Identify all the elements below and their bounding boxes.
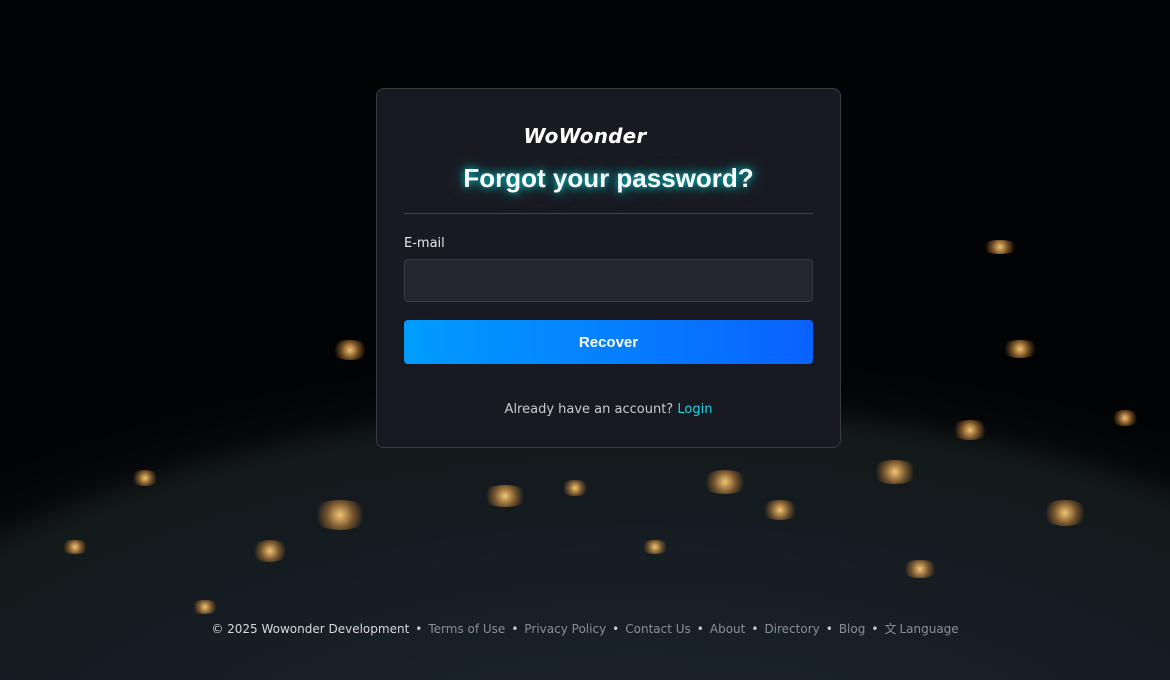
login-prompt-row: Already have an account? Login <box>376 402 841 417</box>
language-label: Language <box>899 622 959 636</box>
wowonder-logo[interactable]: WoWonder <box>0 124 1170 148</box>
footer-link-terms[interactable]: Terms of Use <box>428 622 505 636</box>
language-selector[interactable]: 文 Language <box>884 622 958 636</box>
login-prompt-text: Already have an account? <box>504 402 674 417</box>
footer-separator: • <box>612 622 620 636</box>
page-title: Forgot your password? <box>463 163 754 193</box>
footer-link-about[interactable]: About <box>710 622 745 636</box>
footer-link-blog[interactable]: Blog <box>839 622 866 636</box>
footer-link-directory[interactable]: Directory <box>764 622 819 636</box>
translate-icon: 文 <box>884 622 897 636</box>
footer-separator: • <box>871 622 879 636</box>
footer-link-privacy[interactable]: Privacy Policy <box>524 622 606 636</box>
email-label: E-mail <box>404 236 445 251</box>
footer: © 2025 Wowonder Development • Terms of Use… <box>0 620 1170 637</box>
footer-link-contact[interactable]: Contact Us <box>625 622 691 636</box>
footer-separator: • <box>825 622 833 636</box>
footer-separator: • <box>696 622 704 636</box>
footer-separator: • <box>751 622 759 636</box>
footer-separator: • <box>415 622 423 636</box>
recover-button[interactable]: Recover <box>404 320 813 364</box>
email-input[interactable] <box>404 259 813 302</box>
title-divider <box>404 213 813 214</box>
copyright-text: © 2025 Wowonder Development <box>211 622 410 636</box>
footer-separator: • <box>511 622 519 636</box>
login-link[interactable]: Login <box>677 402 712 417</box>
